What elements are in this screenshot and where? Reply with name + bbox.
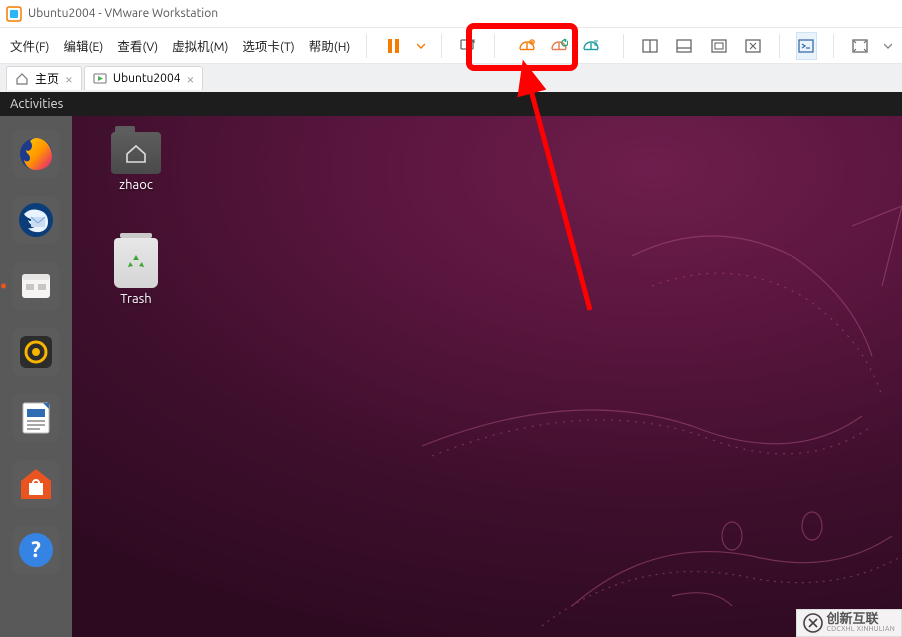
monitor-send-icon (459, 37, 477, 55)
menu-vm[interactable]: 虚拟机(M) (172, 36, 228, 55)
snapshot-toolbar-group (511, 30, 607, 62)
send-ctrl-alt-del-button[interactable] (458, 32, 478, 60)
title-bar: Ubuntu2004 - VMware Workstation (0, 0, 902, 28)
stretch-guest-button[interactable] (709, 32, 729, 60)
folder-icon (111, 132, 161, 174)
desktop-icon-home-folder[interactable]: zhaoc (102, 132, 170, 192)
tab-home[interactable]: 主页 × (6, 66, 82, 90)
chevron-down-icon (884, 42, 892, 50)
watermark: 创新互联 CDCXHL XINHULIAN (796, 609, 902, 637)
layout-split-icon (641, 37, 659, 55)
recycle-icon (125, 252, 147, 274)
menu-view[interactable]: 查看(V) (117, 36, 158, 55)
dock-libreoffice-writer[interactable] (12, 394, 60, 442)
menu-file[interactable]: 文件(F) (10, 36, 49, 55)
help-icon: ? (16, 530, 56, 570)
revert-snapshot-button[interactable] (545, 32, 573, 60)
exclusive-mode-button[interactable] (743, 32, 763, 60)
dock-help[interactable]: ? (12, 526, 60, 574)
enter-unity-button[interactable] (796, 32, 817, 60)
pause-icon (388, 39, 399, 53)
files-icon (16, 266, 56, 306)
separator (494, 34, 495, 58)
separator (779, 34, 780, 58)
fullscreen-icon (851, 37, 869, 55)
desktop-icons-area: zhaoc Trash (102, 132, 170, 306)
separator (366, 34, 367, 58)
vm-running-icon (93, 72, 107, 86)
writer-icon (16, 398, 56, 438)
pause-button[interactable] (383, 32, 403, 60)
snapshot-revert-icon (550, 37, 568, 55)
watermark-sub: CDCXHL XINHULIAN (827, 626, 895, 633)
desktop-icon-trash[interactable]: Trash (102, 238, 170, 306)
music-player-icon (16, 332, 56, 372)
separator (833, 34, 834, 58)
tab-home-label: 主页 (35, 70, 59, 87)
fit-window-icon (710, 37, 728, 55)
separator (441, 34, 442, 58)
thunderbird-icon (16, 200, 56, 240)
trash-icon (114, 238, 158, 288)
dock-files[interactable] (12, 262, 60, 310)
tab-vm-label: Ubuntu2004 (113, 72, 181, 85)
menu-help[interactable]: 帮助(H) (309, 36, 351, 55)
tab-vm-ubuntu[interactable]: Ubuntu2004 × (84, 66, 203, 90)
take-snapshot-button[interactable] (513, 32, 541, 60)
dock-ubuntu-software[interactable] (12, 460, 60, 508)
menu-bar: 文件(F) 编辑(E) 查看(V) 虚拟机(M) 选项卡(T) 帮助(H) (0, 28, 902, 64)
wallpaper-art (72, 116, 902, 637)
firefox-icon (16, 134, 56, 174)
ubuntu-dock: ? (0, 116, 72, 637)
terminal-icon (797, 37, 815, 55)
home-icon (125, 144, 147, 164)
ubuntu-top-bar: Activities (0, 92, 902, 116)
window-minimize-icon (744, 37, 762, 55)
dock-firefox[interactable] (12, 130, 60, 178)
dock-running-indicator (1, 284, 6, 289)
menu-edit[interactable]: 编辑(E) (63, 36, 103, 55)
chevron-down-icon (417, 42, 425, 50)
software-center-icon (15, 463, 57, 505)
power-dropdown[interactable] (417, 42, 425, 50)
separator (623, 34, 624, 58)
watermark-logo-icon (803, 613, 823, 633)
desktop-icon-label: zhaoc (119, 178, 153, 192)
thumbnail-bar-button[interactable] (640, 32, 660, 60)
tab-close-button[interactable]: × (65, 72, 73, 86)
ubuntu-wallpaper[interactable]: zhaoc Trash (72, 116, 902, 637)
tab-close-button[interactable]: × (186, 72, 194, 86)
dock-rhythmbox[interactable] (12, 328, 60, 376)
menu-tabs[interactable]: 选项卡(T) (242, 36, 294, 55)
svg-text:?: ? (31, 537, 41, 562)
dock-thunderbird[interactable] (12, 196, 60, 244)
tab-bar: 主页 × Ubuntu2004 × (0, 64, 902, 92)
snapshot-manage-icon (582, 37, 600, 55)
layout-bottom-icon (675, 37, 693, 55)
vmware-app-icon (6, 6, 22, 22)
ubuntu-desktop: ? (0, 116, 902, 637)
fullscreen-button[interactable] (850, 32, 870, 60)
console-view-button[interactable] (674, 32, 694, 60)
desktop-icon-label: Trash (120, 292, 151, 306)
fullscreen-dropdown[interactable] (884, 42, 892, 50)
manage-snapshots-button[interactable] (577, 32, 605, 60)
home-icon (15, 72, 29, 86)
window-title: Ubuntu2004 - VMware Workstation (28, 7, 218, 20)
activities-button[interactable]: Activities (10, 97, 63, 111)
snapshot-take-icon (518, 37, 536, 55)
